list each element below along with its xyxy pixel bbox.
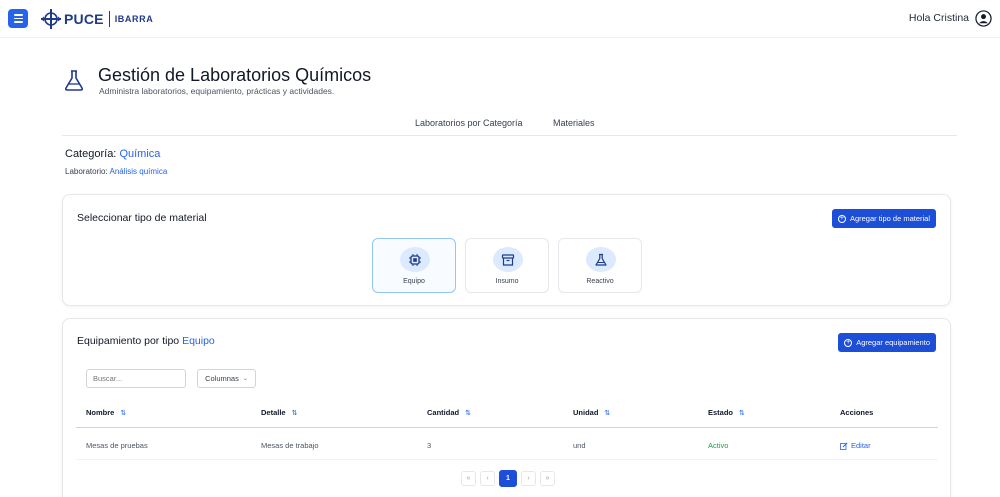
column-header-label: Detalle [261, 408, 286, 417]
tab-bar: Laboratorios por Categoría Materiales [62, 114, 957, 136]
logo-text: PUCE [64, 11, 104, 27]
add-equipment-button[interactable]: + Agregar equipamiento [838, 333, 936, 352]
sort-icon[interactable]: ⇅ [604, 409, 610, 417]
chevron-down-icon: ⌄ [242, 376, 248, 382]
material-option-label: Equipo [403, 278, 425, 285]
laboratory-label: Laboratorio: [65, 167, 108, 176]
material-option-label: Reactivo [586, 278, 614, 285]
category-label: Categoría: [65, 148, 117, 160]
columns-label: Columnas [205, 374, 239, 383]
status-badge: Activo [708, 441, 729, 450]
material-type-title: Seleccionar tipo de material [77, 212, 207, 224]
add-material-type-button[interactable]: + Agregar tipo de material [831, 209, 936, 228]
cell-cantidad: 3 [427, 441, 432, 450]
search-input[interactable] [86, 369, 186, 388]
category-line: Categoría: Química [65, 148, 160, 160]
equipment-title: Equipamiento por tipo Equipo [77, 335, 215, 347]
cell-detalle: Mesas de trabajo [261, 441, 319, 450]
edit-label: Editar [851, 441, 871, 450]
page-subtitle: Administra laboratorios, equipamiento, p… [99, 86, 335, 96]
laboratory-value: Análisis química [109, 167, 168, 176]
column-header-estado[interactable]: Estado ⇅ [708, 408, 745, 417]
row-divider [76, 459, 938, 460]
material-option-reactivo[interactable]: Reactivo [558, 238, 642, 293]
category-value: Química [119, 148, 161, 160]
material-option-equipo[interactable]: Equipo [372, 238, 456, 293]
logo-divider [108, 11, 110, 27]
plus-circle-icon: + [844, 338, 853, 347]
material-option-insumo[interactable]: Insumo [465, 238, 549, 293]
column-header-label: Estado [708, 408, 734, 417]
user-icon[interactable] [975, 10, 992, 27]
column-header-label: Unidad [573, 408, 599, 417]
material-option-label: Insumo [495, 278, 519, 285]
sort-icon[interactable]: ⇅ [465, 409, 471, 417]
puce-logo[interactable]: PUCE IBARRA [40, 8, 153, 30]
sort-icon[interactable]: ⇅ [739, 409, 745, 417]
sort-icon[interactable]: ⇅ [120, 409, 126, 417]
top-bar: PUCE IBARRA Hola Cristina [0, 0, 1000, 38]
add-material-type-label: Agregar tipo de material [849, 214, 930, 223]
user-greeting: Hola Cristina [908, 12, 969, 24]
column-header-detalle[interactable]: Detalle ⇅ [261, 408, 297, 417]
column-header-label: Cantidad [427, 408, 460, 417]
cell-unidad: und [573, 441, 586, 450]
page-button-current[interactable]: 1 [499, 470, 517, 487]
column-header-acciones: Acciones [840, 408, 873, 417]
prev-page-button[interactable]: ‹ [480, 471, 495, 486]
puce-cross-icon [41, 9, 61, 29]
last-page-button[interactable]: » [540, 471, 555, 486]
box-icon [493, 247, 523, 272]
menu-icon[interactable] [8, 9, 28, 28]
plus-circle-icon: + [837, 214, 846, 223]
equipment-card: Equipamiento por tipo Equipo + Agregar e… [62, 318, 951, 497]
tab-materiales[interactable]: Materiales [553, 118, 595, 128]
column-header-label: Acciones [840, 408, 874, 417]
edit-icon [840, 441, 848, 450]
column-header-label: Nombre [86, 408, 115, 417]
edit-button[interactable]: Editar [840, 441, 871, 450]
equipment-title-type: Equipo [182, 335, 215, 347]
page-title: Gestión de Laboratorios Químicos [98, 65, 372, 85]
columns-dropdown[interactable]: Columnas ⌄ [197, 369, 256, 388]
pagination: « ‹ 1 › » [461, 470, 555, 487]
cell-nombre: Mesas de pruebas [86, 441, 148, 450]
column-header-nombre[interactable]: Nombre ⇅ [86, 408, 126, 417]
tab-laboratorios[interactable]: Laboratorios por Categoría [415, 118, 523, 128]
first-page-button[interactable]: « [461, 471, 476, 486]
logo-subtext: IBARRA [114, 14, 154, 24]
add-equipment-label: Agregar equipamiento [856, 338, 930, 347]
sort-icon[interactable]: ⇅ [292, 409, 298, 417]
next-page-button[interactable]: › [521, 471, 536, 486]
flask-icon [586, 247, 616, 272]
material-type-card: Seleccionar tipo de material + Agregar t… [62, 194, 951, 306]
column-header-unidad[interactable]: Unidad ⇅ [573, 408, 610, 417]
table-header-divider [76, 427, 938, 428]
flask-icon [64, 70, 84, 91]
column-header-cantidad[interactable]: Cantidad ⇅ [427, 408, 471, 417]
equipment-title-prefix: Equipamiento por tipo [77, 335, 180, 347]
laboratory-line: Laboratorio: Análisis química [65, 167, 167, 176]
chip-icon [400, 247, 430, 272]
